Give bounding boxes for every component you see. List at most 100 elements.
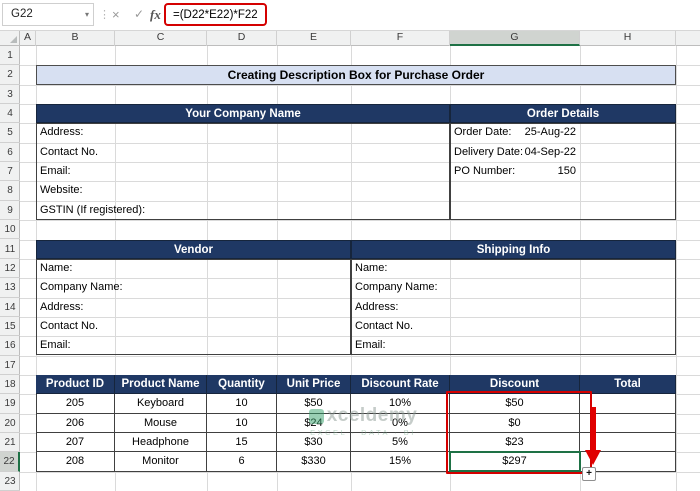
- row-header-4[interactable]: 4: [0, 104, 20, 124]
- splitter-icon: ⋮: [99, 9, 110, 21]
- gridline: [20, 220, 700, 222]
- excel-window: G22 ▾ ⋮ × ✓ fx =(D22*E22)*F22 Creating D…: [0, 0, 700, 491]
- row-header-10[interactable]: 10: [0, 220, 20, 240]
- product-cell[interactable]: $30: [277, 433, 351, 453]
- product-col-header: Total: [580, 374, 676, 395]
- product-cell[interactable]: 206: [36, 413, 115, 433]
- shipping-field-cell[interactable]: Email:: [355, 336, 386, 355]
- column-header-D[interactable]: D: [207, 30, 277, 46]
- order-details-section-header[interactable]: Order Details: [450, 104, 676, 124]
- column-header-E[interactable]: E: [277, 30, 351, 46]
- select-all-button[interactable]: [0, 30, 20, 46]
- column-header-C[interactable]: C: [115, 30, 207, 46]
- shipping-field-cell[interactable]: Contact No.: [355, 317, 413, 336]
- vendor-field-cell[interactable]: Name:: [40, 259, 72, 278]
- product-cell[interactable]: Headphone: [115, 433, 207, 453]
- title-cell[interactable]: Creating Description Box for Purchase Or…: [36, 65, 676, 85]
- row-header-18[interactable]: 18: [0, 375, 20, 395]
- row-header-21[interactable]: 21: [0, 433, 20, 453]
- column-header-B[interactable]: B: [36, 30, 115, 46]
- product-cell[interactable]: 5%: [351, 433, 450, 453]
- product-col-header: Product ID: [36, 374, 115, 395]
- product-cell[interactable]: 207: [36, 433, 115, 453]
- product-col-header: Unit Price: [277, 374, 351, 395]
- vendor-field-cell[interactable]: Company Name:: [40, 278, 123, 297]
- row-header-15[interactable]: 15: [0, 317, 20, 337]
- company-field-cell[interactable]: Contact No.: [40, 143, 98, 162]
- column-header-A[interactable]: A: [20, 30, 36, 46]
- product-cell[interactable]: Keyboard: [115, 394, 207, 414]
- cancel-icon[interactable]: ×: [112, 0, 120, 29]
- column-header-F[interactable]: F: [351, 30, 450, 46]
- row-header-12[interactable]: 12: [0, 259, 20, 279]
- product-cell[interactable]: 208: [36, 452, 115, 472]
- company-field-cell[interactable]: GSTIN (If registered):: [40, 201, 145, 220]
- shipping-field-cell[interactable]: Company Name:: [355, 278, 438, 297]
- product-cell[interactable]: 15: [207, 433, 277, 453]
- product-cell[interactable]: 10%: [351, 394, 450, 414]
- column-header-G[interactable]: G: [450, 30, 580, 46]
- product-cell[interactable]: 6: [207, 452, 277, 472]
- product-cell[interactable]: $330: [277, 452, 351, 472]
- row-header-11[interactable]: 11: [0, 240, 20, 259]
- product-cell[interactable]: 0%: [351, 413, 450, 433]
- order-detail-value-cell[interactable]: 25-Aug-22: [450, 123, 576, 142]
- gridline: [20, 471, 700, 473]
- vendor-field-cell[interactable]: Email:: [40, 336, 71, 355]
- enter-icon[interactable]: ✓: [134, 0, 144, 29]
- order-detail-value-cell[interactable]: 150: [450, 162, 576, 181]
- product-cell[interactable]: 10: [207, 394, 277, 414]
- row-header-13[interactable]: 13: [0, 278, 20, 298]
- column-header-H[interactable]: H: [580, 30, 676, 46]
- vendor-field-cell[interactable]: Address:: [40, 298, 83, 317]
- product-cell[interactable]: $50: [277, 394, 351, 414]
- company-field-cell[interactable]: Website:: [40, 181, 83, 200]
- product-cell[interactable]: Mouse: [115, 413, 207, 433]
- product-cell[interactable]: Monitor: [115, 452, 207, 472]
- product-col-header: Discount Rate: [351, 374, 450, 395]
- row-header-19[interactable]: 19: [0, 394, 20, 414]
- order-detail-value-cell[interactable]: 04-Sep-22: [450, 143, 576, 162]
- product-cell[interactable]: 205: [36, 394, 115, 414]
- fill-handle-icon[interactable]: +: [582, 467, 596, 481]
- company-section-header[interactable]: Your Company Name: [36, 104, 450, 124]
- red-arrow-head-icon: [585, 450, 601, 465]
- row-header-9[interactable]: 9: [0, 201, 20, 221]
- row-header-22[interactable]: 22: [0, 452, 20, 472]
- row-header-3[interactable]: 3: [0, 85, 20, 105]
- product-col-header: Product Name: [115, 374, 207, 395]
- name-box[interactable]: G22 ▾: [2, 3, 94, 26]
- sheet-grid: Creating Description Box for Purchase Or…: [0, 30, 700, 491]
- product-cell[interactable]: 10: [207, 413, 277, 433]
- formula-bar: G22 ▾ ⋮ × ✓ fx =(D22*E22)*F22: [0, 0, 700, 31]
- row-header-14[interactable]: 14: [0, 298, 20, 317]
- row-header-7[interactable]: 7: [0, 162, 20, 182]
- vendor-field-cell[interactable]: Contact No.: [40, 317, 98, 336]
- formula-annotation-red-box: =(D22*E22)*F22: [164, 3, 267, 26]
- company-field-cell[interactable]: Address:: [40, 123, 83, 142]
- product-cell[interactable]: $24: [277, 413, 351, 433]
- row-header-8[interactable]: 8: [0, 181, 20, 201]
- vendor-section-header[interactable]: Vendor: [36, 239, 351, 259]
- select-all-triangle-icon: [10, 36, 17, 43]
- shipping-section-header[interactable]: Shipping Info: [351, 239, 676, 259]
- red-arrow: [591, 407, 596, 451]
- company-field-cell[interactable]: Email:: [40, 162, 71, 181]
- product-cell[interactable]: 15%: [351, 452, 450, 472]
- shipping-field-cell[interactable]: Address:: [355, 298, 398, 317]
- row-header-16[interactable]: 16: [0, 336, 20, 356]
- shipping-field-cell[interactable]: Name:: [355, 259, 387, 278]
- row-header-23[interactable]: 23: [0, 472, 20, 491]
- row-header-20[interactable]: 20: [0, 414, 20, 433]
- row-header-1[interactable]: 1: [0, 46, 20, 66]
- gridline: [676, 46, 677, 491]
- shipping-info-box: [351, 258, 676, 356]
- insert-function-icon[interactable]: fx: [150, 0, 161, 29]
- row-header-6[interactable]: 6: [0, 143, 20, 163]
- row-header-17[interactable]: 17: [0, 356, 20, 375]
- plus-icon: +: [586, 468, 592, 479]
- formula-input[interactable]: =(D22*E22)*F22: [173, 9, 258, 21]
- chevron-down-icon[interactable]: ▾: [85, 4, 89, 25]
- row-header-5[interactable]: 5: [0, 123, 20, 143]
- row-header-2[interactable]: 2: [0, 65, 20, 85]
